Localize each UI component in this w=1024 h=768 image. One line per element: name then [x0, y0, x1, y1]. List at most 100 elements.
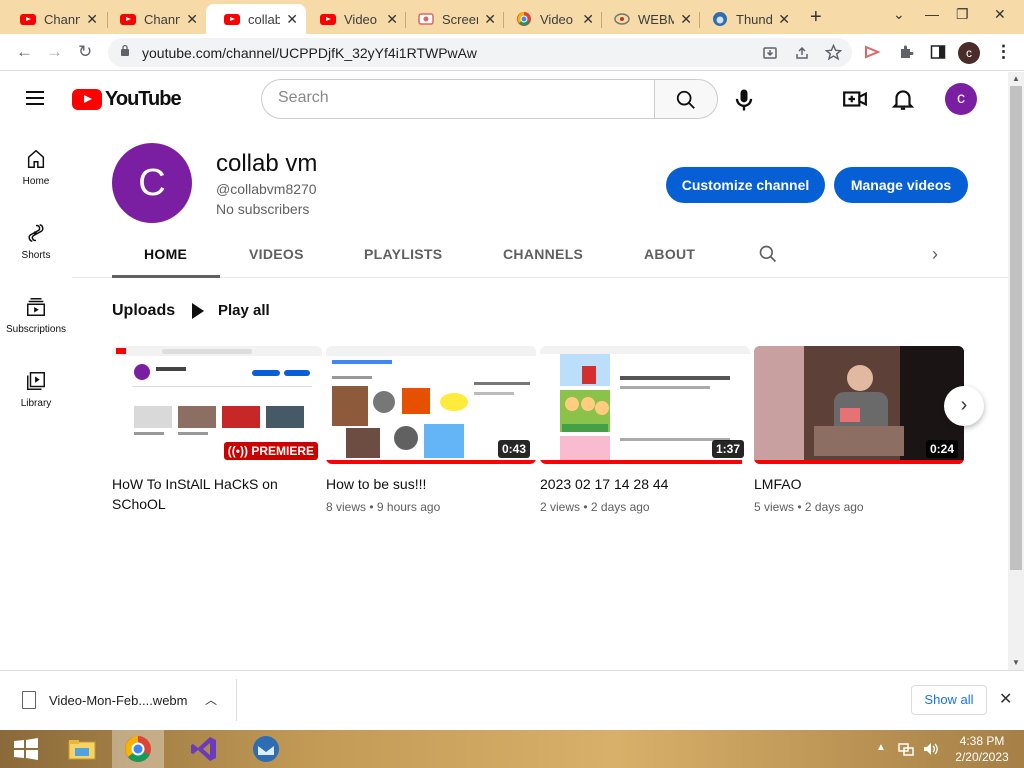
video-card[interactable]: 0:43 How to be sus!!! 8 views • 9 hours … — [326, 346, 536, 514]
chevron-up-icon[interactable]: ︿ — [205, 691, 217, 708]
video-title[interactable]: LMFAO — [754, 474, 950, 494]
scroll-down-icon[interactable]: ▼ — [1012, 658, 1020, 667]
close-tab-icon[interactable]: ✕ — [582, 11, 594, 28]
microphone-icon[interactable] — [730, 86, 758, 114]
tab-search-chevron-icon[interactable]: ⌄ — [893, 6, 905, 23]
browser-menu-icon[interactable]: ⋮ — [995, 42, 1012, 62]
browser-tab[interactable]: Video ✕ — [498, 4, 602, 34]
menu-icon[interactable] — [26, 91, 44, 105]
lock-icon — [121, 44, 129, 56]
scrollbar-thumb[interactable] — [1010, 86, 1022, 570]
minimize-icon[interactable]: — — [925, 6, 939, 22]
forward-arrow-icon[interactable]: → — [46, 42, 63, 62]
youtube-logo[interactable]: YouTube — [72, 88, 182, 111]
uploads-shelf-title[interactable]: Uploads — [112, 302, 175, 320]
video-thumbnail[interactable]: ((•)) PREMIERE — [112, 346, 322, 464]
notifications-bell-icon[interactable] — [890, 86, 916, 112]
browser-tab[interactable]: Screen ✕ — [400, 4, 504, 34]
tab-about[interactable]: ABOUT — [644, 246, 695, 262]
tab-channels[interactable]: CHANNELS — [503, 246, 583, 262]
reload-icon[interactable]: ↻ — [78, 42, 92, 62]
tab-home[interactable]: HOME — [144, 246, 187, 262]
extensions-puzzle-icon[interactable] — [898, 44, 914, 60]
guide-item-shorts[interactable]: Shorts — [0, 222, 72, 296]
close-window-icon[interactable]: ✕ — [994, 6, 1006, 23]
search-icon — [676, 90, 695, 109]
start-button[interactable] — [0, 730, 52, 768]
video-card[interactable]: 1:37 2023 02 17 14 28 44 2 views • 2 day… — [540, 346, 750, 514]
download-file-name[interactable]: Video-Mon-Feb....webm — [49, 693, 188, 708]
browser-tab[interactable]: WEBM ✕ — [596, 4, 700, 34]
browser-tab[interactable]: Video ✕ — [302, 4, 406, 34]
address-bar[interactable]: youtube.com/channel/UCPPDjfK_32yYf4i1RTW… — [108, 38, 852, 67]
account-avatar[interactable]: c — [945, 83, 977, 115]
show-all-button[interactable]: Show all — [911, 685, 987, 715]
profile-avatar[interactable]: c — [958, 42, 980, 64]
side-panel-icon[interactable] — [930, 44, 946, 60]
address-url: youtube.com/channel/UCPPDjfK_32yYf4i1RTW… — [142, 45, 477, 61]
visual-studio-button[interactable] — [178, 730, 230, 768]
visual-studio-icon — [191, 737, 216, 761]
close-tab-icon[interactable]: ✕ — [286, 11, 298, 28]
youtube-play-logo-icon — [72, 89, 102, 110]
close-tab-icon[interactable]: ✕ — [484, 11, 496, 28]
close-tab-icon[interactable]: ✕ — [186, 11, 198, 28]
video-card[interactable]: ((•)) PREMIERE HoW To InStAlL HaCkS on S… — [112, 346, 322, 514]
install-app-icon[interactable] — [762, 45, 778, 61]
guide-item-subscriptions[interactable]: Subscriptions — [0, 296, 72, 370]
shelf-next-button[interactable]: › — [944, 386, 984, 426]
chrome-taskbar-button[interactable] — [112, 730, 164, 768]
close-tab-icon[interactable]: ✕ — [386, 11, 398, 28]
browser-tab[interactable]: Thund ✕ — [694, 4, 798, 34]
create-video-icon[interactable] — [842, 86, 868, 112]
video-title[interactable]: HoW To InStAlL HaCkS on SChoOL — [112, 474, 308, 514]
active-tab-indicator — [112, 275, 220, 278]
network-icon[interactable] — [898, 741, 914, 757]
guide-item-home[interactable]: Home — [0, 148, 72, 222]
subscriptions-icon — [27, 298, 45, 316]
search-button[interactable] — [654, 79, 718, 119]
new-tab-button[interactable]: + — [810, 6, 822, 29]
file-explorer-button[interactable] — [56, 730, 108, 768]
video-metadata: 2 views • 2 days ago — [540, 500, 650, 514]
close-tab-icon[interactable]: ✕ — [86, 11, 98, 28]
browser-tab[interactable]: Chann ✕ — [102, 4, 206, 34]
premiere-badge: ((•)) PREMIERE — [223, 442, 318, 460]
customize-channel-button[interactable]: Customize channel — [666, 167, 825, 203]
channel-search-icon[interactable] — [758, 244, 778, 264]
back-arrow-icon[interactable]: ← — [16, 42, 33, 62]
thunderbird-taskbar-button[interactable] — [240, 730, 292, 768]
video-thumbnail[interactable]: 0:43 — [326, 346, 536, 464]
close-tab-icon[interactable]: ✕ — [680, 11, 692, 28]
shorts-icon — [28, 224, 44, 242]
video-title[interactable]: How to be sus!!! — [326, 474, 522, 494]
tabs-scroll-right-icon[interactable]: › — [932, 244, 938, 265]
tab-playlists[interactable]: PLAYLISTS — [364, 246, 442, 262]
volume-icon[interactable] — [922, 741, 940, 757]
scroll-up-icon[interactable]: ▲ — [1012, 74, 1020, 83]
watch-progress-bar — [540, 460, 742, 464]
close-tab-icon[interactable]: ✕ — [778, 11, 790, 28]
share-icon[interactable] — [794, 45, 810, 61]
tab-videos[interactable]: VIDEOS — [249, 246, 304, 262]
guide-item-library[interactable]: Library — [0, 370, 72, 444]
system-clock[interactable]: 4:38 PM 2/20/2023 — [950, 733, 1014, 765]
watch-progress-bar — [326, 460, 536, 464]
video-thumbnail[interactable]: 0:24 — [754, 346, 964, 464]
download-shelf: Video-Mon-Feb....webm ︿ Show all ✕ — [0, 670, 1024, 730]
search-input[interactable] — [278, 89, 638, 107]
browser-tab-title: collab — [248, 11, 281, 27]
restore-icon[interactable]: ❐ — [956, 6, 969, 23]
windows-taskbar: ▲ 4:38 PM 2/20/2023 — [0, 730, 1024, 768]
play-all-button[interactable]: Play all — [192, 302, 270, 319]
video-title[interactable]: 2023 02 17 14 28 44 — [540, 474, 736, 494]
browser-tab[interactable]: Chann ✕ — [2, 4, 106, 34]
video-card[interactable]: 0:24 LMFAO 5 views • 2 days ago — [754, 346, 964, 514]
screencast-extension-icon[interactable] — [864, 44, 882, 60]
bookmark-star-icon[interactable] — [825, 44, 842, 61]
show-hidden-icons[interactable]: ▲ — [876, 742, 886, 753]
manage-videos-button[interactable]: Manage videos — [834, 167, 968, 203]
video-thumbnail[interactable]: 1:37 — [540, 346, 750, 464]
close-icon[interactable]: ✕ — [999, 689, 1012, 709]
browser-tab-active[interactable]: collab ✕ — [206, 4, 306, 34]
